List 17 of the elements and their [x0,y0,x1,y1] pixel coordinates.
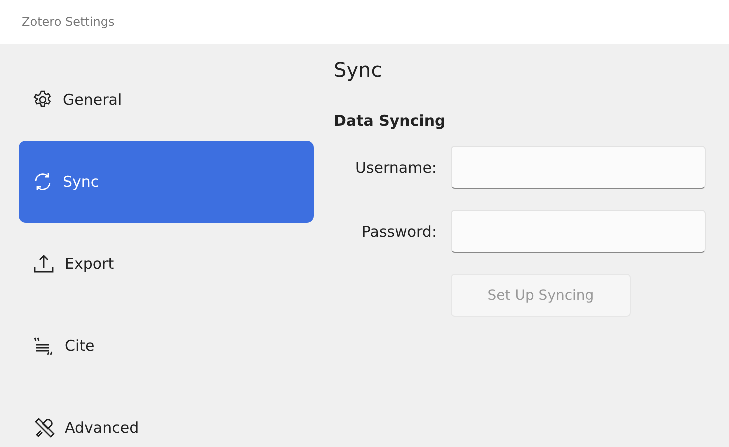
field-label: Password: [360,222,437,240]
input-field[interactable] [451,210,706,253]
window-title: Zotero Settings [22,15,115,29]
sidebar-item[interactable]: Export [19,223,314,305]
section-heading: Data Syncing [334,112,447,130]
sync-icon [33,172,53,192]
page-title: Sync [334,58,384,82]
gear-icon [33,90,53,110]
upload-icon [33,254,55,274]
sidebar-item[interactable]: General [19,59,314,141]
sidebar-item[interactable]: Advanced [19,387,314,447]
tools-icon [33,417,55,439]
sidebar-item[interactable]: Sync [19,141,314,223]
field-label: Username: [354,158,437,176]
input-field[interactable] [451,146,706,189]
sidebar-item[interactable]: Cite [19,305,314,387]
quote-lines-icon [33,336,55,356]
